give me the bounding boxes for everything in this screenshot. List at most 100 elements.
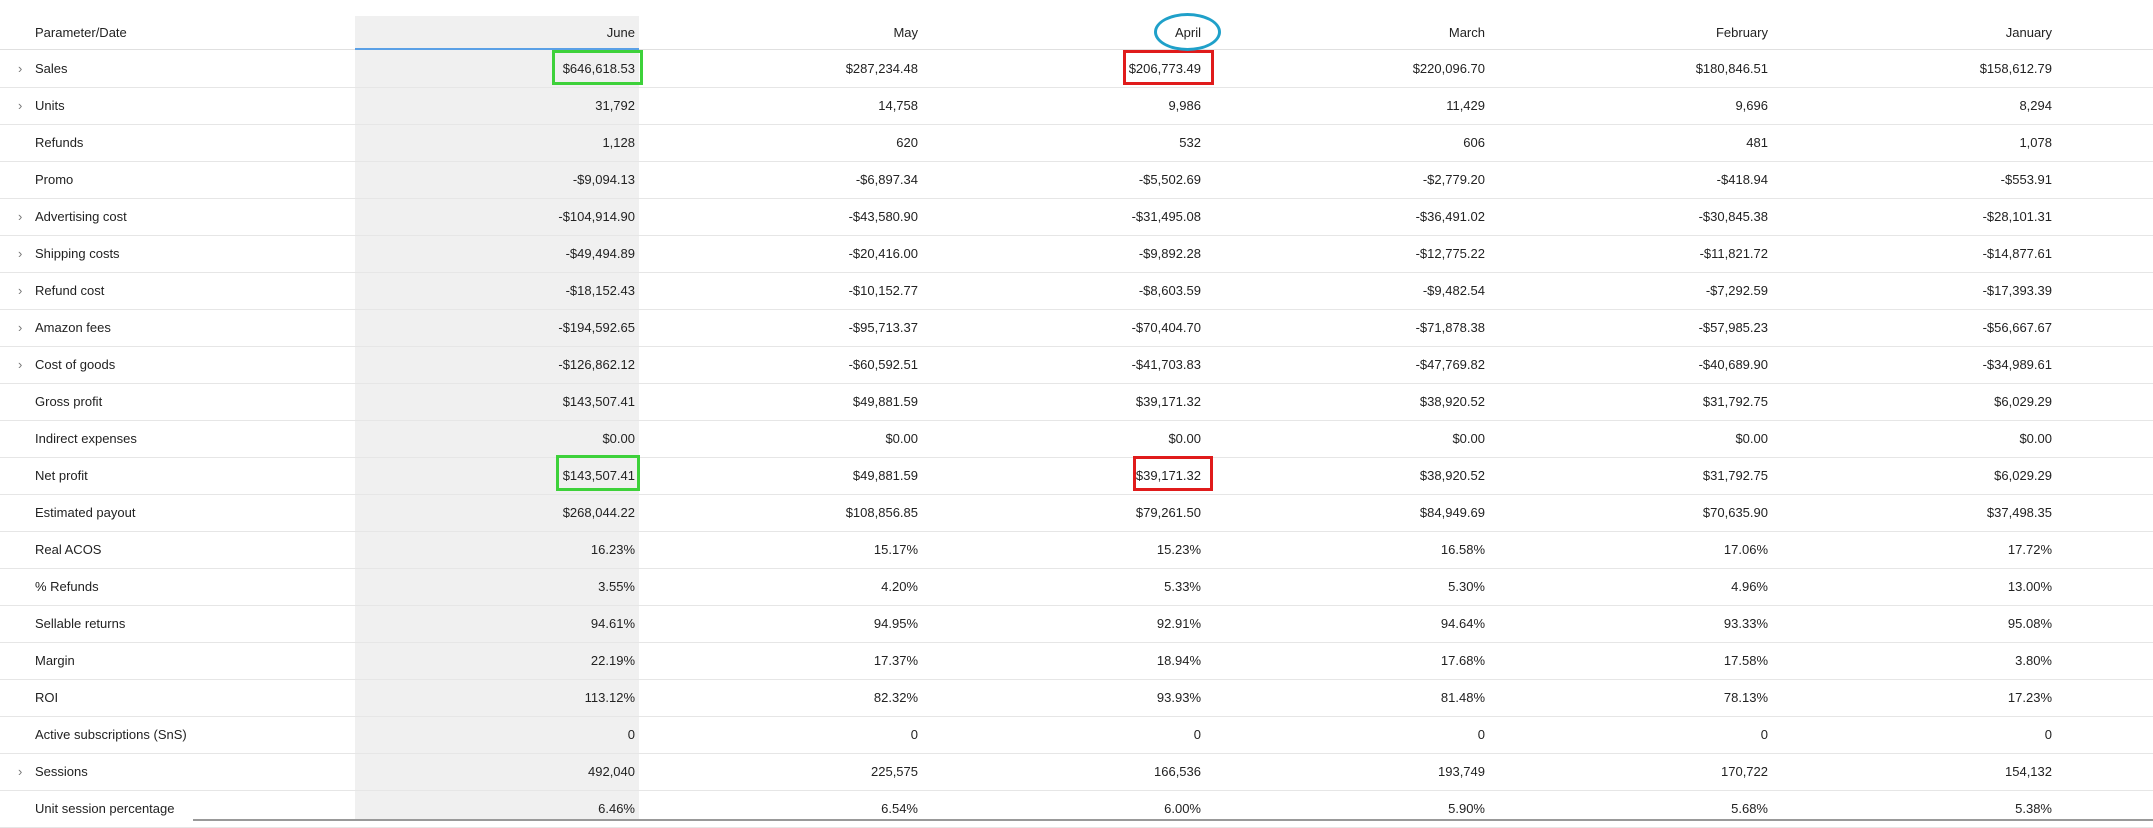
chevron-right-icon[interactable]: ›	[18, 198, 22, 235]
annotation-red-box-sales-april	[1123, 50, 1214, 85]
row-value-january: 13.00%	[2007, 579, 2052, 594]
row-value-march: $38,920.52	[1419, 394, 1485, 409]
row-value-february: -$11,821.72	[1699, 246, 1768, 261]
row-value-june: -$104,914.90	[558, 209, 635, 224]
row-value-may: -$43,580.90	[848, 209, 918, 224]
row-label: Indirect expenses	[35, 431, 137, 446]
row-value-may: -$6,897.34	[855, 172, 918, 187]
row-value-may: $49,881.59	[852, 394, 918, 409]
row-value-february: 170,722	[1721, 764, 1768, 779]
row-value-june: -$194,592.65	[558, 320, 635, 335]
row-value-june: $0.00	[602, 431, 635, 446]
row-value-april: -$41,703.83	[1131, 357, 1201, 372]
annotation-green-box-netprofit-june	[556, 455, 640, 491]
row-value-march: 81.48%	[1440, 690, 1485, 705]
row-value-march: 606	[1463, 135, 1485, 150]
row-value-april: 0	[1193, 727, 1201, 742]
row-value-february: $31,792.75	[1702, 468, 1768, 483]
table-row: % Refunds 3.55% 4.20% 5.33% 5.30% 4.96% 13.00%	[0, 568, 2153, 606]
chevron-right-icon[interactable]: ›	[18, 235, 22, 272]
table-row: Promo -$9,094.13 -$6,897.34 -$5,502.69 -$2,7…	[0, 161, 2153, 199]
row-value-april: 532	[1179, 135, 1201, 150]
row-value-march: $220,096.70	[1412, 61, 1485, 76]
row-value-january: 5.38%	[2015, 801, 2052, 816]
row-value-february: $70,635.90	[1702, 505, 1768, 520]
row-value-january: -$28,101.31	[1982, 209, 2052, 224]
table-row: Sellable returns 94.61% 94.95% 92.91% 94.64%…	[0, 605, 2153, 643]
row-value-may: 17.37%	[873, 653, 918, 668]
row-value-june: 6.46%	[598, 801, 635, 816]
row-value-april: 18.94%	[1156, 653, 1201, 668]
row-value-january: $0.00	[2019, 431, 2052, 446]
row-value-february: 4.96%	[1731, 579, 1768, 594]
row-value-may: -$20,416.00	[848, 246, 918, 261]
header-month-march[interactable]: March	[1225, 16, 1485, 49]
row-value-june: 22.19%	[590, 653, 635, 668]
header-month-january[interactable]: January	[1792, 16, 2052, 49]
row-value-june: -$126,862.12	[558, 357, 635, 372]
row-value-april: 15.23%	[1156, 542, 1201, 557]
row-value-april: -$5,502.69	[1138, 172, 1201, 187]
chevron-right-icon[interactable]: ›	[18, 87, 22, 124]
table-row[interactable]: › Refund cost -$18,152.43 -$10,152.77 -$8,60…	[0, 272, 2153, 310]
row-value-january: 95.08%	[2007, 616, 2052, 631]
chevron-right-icon[interactable]: ›	[18, 346, 22, 383]
table-row: ROI 113.12% 82.32% 93.93% 81.48% 78.13% 17.23%	[0, 679, 2153, 717]
table-row[interactable]: › Shipping costs -$49,494.89 -$20,416.00 -$9…	[0, 235, 2153, 273]
table-row: Real ACOS 16.23% 15.17% 15.23% 16.58% 17.06% 1…	[0, 531, 2153, 569]
row-value-may: -$60,592.51	[848, 357, 918, 372]
row-value-april: -$9,892.28	[1138, 246, 1201, 261]
row-value-june: 0	[627, 727, 635, 742]
row-label: Shipping costs	[35, 246, 120, 261]
row-value-june: 3.55%	[598, 579, 635, 594]
table-row[interactable]: › Advertising cost -$104,914.90 -$43,580.90…	[0, 198, 2153, 236]
row-value-january: 17.72%	[2007, 542, 2052, 557]
chevron-right-icon[interactable]: ›	[18, 272, 22, 309]
row-value-may: 4.20%	[881, 579, 918, 594]
row-label: Gross profit	[35, 394, 103, 409]
row-label: Estimated payout	[35, 505, 136, 520]
row-value-may: 94.95%	[873, 616, 918, 631]
row-value-april: 166,536	[1154, 764, 1201, 779]
row-value-may: 620	[896, 135, 918, 150]
row-value-january: 1,078	[2019, 135, 2052, 150]
row-label: Refunds	[35, 135, 84, 150]
table-header: Parameter/Date June May April March Febr…	[0, 16, 2153, 50]
row-value-may: 15.17%	[873, 542, 918, 557]
table-row[interactable]: › Amazon fees -$194,592.65 -$95,713.37 -$70,…	[0, 309, 2153, 347]
header-month-february[interactable]: February	[1508, 16, 1768, 49]
row-label: Margin	[35, 653, 75, 668]
chevron-right-icon[interactable]: ›	[18, 309, 22, 346]
header-month-may[interactable]: May	[658, 16, 918, 49]
row-value-march: 94.64%	[1440, 616, 1485, 631]
row-value-january: -$14,877.61	[1982, 246, 2052, 261]
row-label: Sessions	[35, 764, 88, 779]
row-value-february: 17.58%	[1723, 653, 1768, 668]
row-value-april: -$70,404.70	[1131, 320, 1201, 335]
header-month-june[interactable]: June	[375, 16, 635, 49]
row-value-january: 8,294	[2019, 98, 2052, 113]
row-value-march: 17.68%	[1440, 653, 1485, 668]
table-row[interactable]: › Sessions 492,040 225,575 166,536 193,749 170…	[0, 753, 2153, 791]
row-value-february: 17.06%	[1723, 542, 1768, 557]
row-label: Sales	[35, 61, 68, 76]
row-value-april: 92.91%	[1156, 616, 1201, 631]
row-value-february: -$40,689.90	[1698, 357, 1768, 372]
row-value-june: $268,044.22	[562, 505, 635, 520]
header-param-label: Parameter/Date	[35, 25, 127, 40]
row-value-january: 17.23%	[2007, 690, 2052, 705]
chevron-right-icon[interactable]: ›	[18, 50, 22, 87]
row-value-january: -$56,667.67	[1982, 320, 2052, 335]
row-value-february: 5.68%	[1731, 801, 1768, 816]
table-row: Active subscriptions (SnS) 0 0 0 0 0 0	[0, 716, 2153, 754]
table-row[interactable]: › Cost of goods -$126,862.12 -$60,592.51 -$4…	[0, 346, 2153, 384]
table-row: Unit session percentage 6.46% 6.54% 6.00% 5.…	[0, 790, 2153, 828]
row-value-march: -$2,779.20	[1422, 172, 1485, 187]
table-row: Indirect expenses $0.00 $0.00 $0.00 $0.00 $0.…	[0, 420, 2153, 458]
table-row[interactable]: › Units 31,792 14,758 9,986 11,429 9,696 8,294	[0, 87, 2153, 125]
row-label: Advertising cost	[35, 209, 127, 224]
row-value-february: -$57,985.23	[1698, 320, 1768, 335]
row-label: Active subscriptions (SnS)	[35, 727, 187, 742]
table-row[interactable]: › Sales $646,618.53 $287,234.48 $206,773.49 $…	[0, 50, 2153, 88]
chevron-right-icon[interactable]: ›	[18, 753, 22, 790]
